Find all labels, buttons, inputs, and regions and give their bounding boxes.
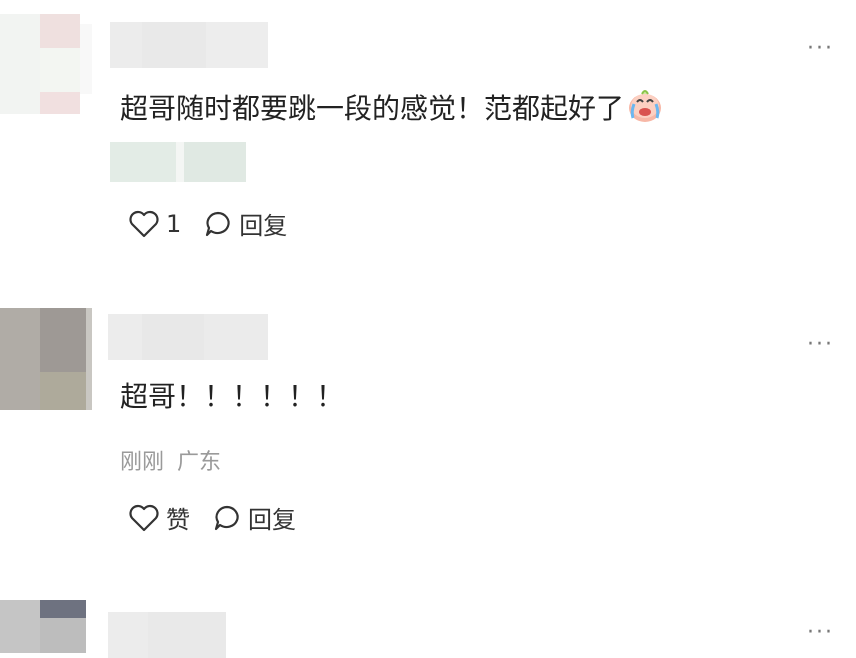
comment-actions: 1 回复 [128, 206, 287, 241]
comment-bubble-icon [203, 209, 233, 239]
more-options-button[interactable]: ··· [807, 38, 834, 60]
comment-text: 超哥！！！！！！ [120, 380, 345, 413]
username-redacted[interactable] [108, 314, 268, 360]
comment-item: ··· 超哥！！！！！！ 刚刚 广东 赞 回复 [0, 300, 856, 570]
location: 广东 [177, 450, 222, 475]
comment-item: ··· [0, 598, 856, 658]
avatar[interactable] [0, 600, 92, 653]
avatar[interactable] [0, 308, 92, 410]
username-redacted[interactable] [108, 612, 226, 658]
heart-icon [128, 503, 160, 533]
like-button[interactable]: 赞 [128, 500, 190, 535]
like-count: 1 [166, 209, 182, 238]
comment-text-body: 超哥随时都要跳一段的感觉！范都起好了 [120, 92, 625, 125]
like-label: 赞 [166, 506, 190, 534]
reply-label: 回复 [239, 212, 288, 240]
comment-item: ··· 超哥随时都要跳一段的感觉！范都起好了 1 回复 [0, 0, 856, 290]
timestamp: 刚刚 [120, 450, 165, 475]
timestamp-location-redacted [110, 142, 246, 182]
reply-button[interactable]: 回复 [203, 206, 287, 241]
comment-text: 超哥随时都要跳一段的感觉！范都起好了 [120, 88, 664, 132]
reply-button[interactable]: 回复 [212, 500, 296, 535]
more-options-button[interactable]: ··· [807, 334, 834, 356]
like-button[interactable]: 1 [128, 209, 181, 239]
more-options-button[interactable]: ··· [807, 622, 834, 644]
heart-icon [128, 209, 160, 239]
avatar[interactable] [0, 14, 92, 114]
comment-actions: 赞 回复 [128, 500, 296, 535]
reply-label: 回复 [248, 506, 296, 534]
comment-meta: 刚刚 广东 [120, 444, 221, 476]
comment-bubble-icon [212, 503, 242, 533]
username-redacted[interactable] [110, 22, 268, 68]
crying-laughing-emoji-icon [626, 88, 664, 132]
